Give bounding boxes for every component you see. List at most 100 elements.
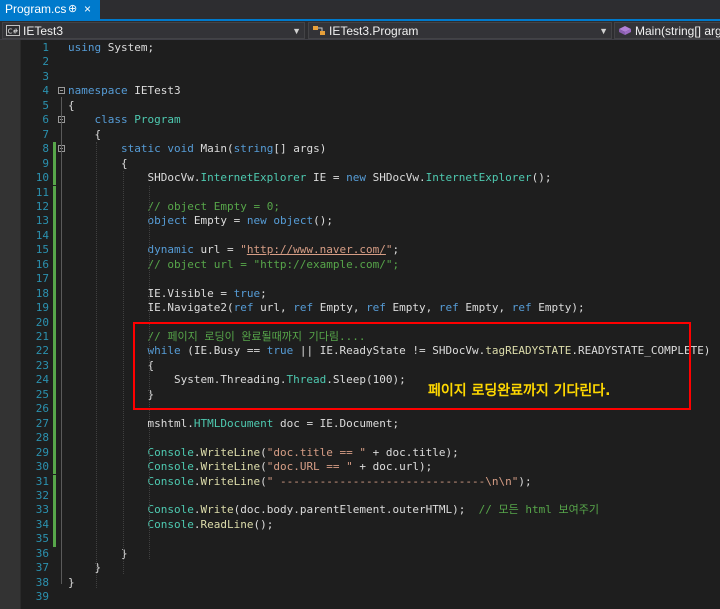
- change-marker: [53, 373, 56, 388]
- code-line[interactable]: 19 IE.Navigate2(ref url, ref Empty, ref …: [0, 301, 720, 316]
- code-line[interactable]: 3: [0, 70, 720, 84]
- change-marker: [53, 431, 56, 446]
- tab-program-cs[interactable]: Program.cs ⊕ ×: [0, 0, 100, 19]
- line-number: 28: [35, 431, 49, 445]
- change-marker: [53, 243, 56, 258]
- tab-label: Program.cs: [5, 2, 67, 16]
- change-marker: [53, 171, 56, 186]
- line-number: 14: [35, 228, 49, 242]
- code-line[interactable]: 6 class Program: [0, 113, 720, 127]
- code-line[interactable]: 39: [0, 590, 720, 604]
- code-line[interactable]: 16 // object url = "http://example.com/"…: [0, 257, 720, 273]
- line-number: 24: [35, 373, 49, 387]
- code-line[interactable]: 12 // object Empty = 0;: [0, 199, 720, 215]
- line-number: 19: [35, 301, 49, 315]
- code-line[interactable]: 11: [0, 185, 720, 200]
- line-number: 9: [42, 156, 49, 170]
- code-text: Console.WriteLine(" --------------------…: [147, 474, 532, 488]
- line-number: 11: [35, 185, 49, 199]
- member-dropdown[interactable]: Main(string[] args): [614, 22, 720, 39]
- line-number: 22: [35, 344, 49, 358]
- code-line[interactable]: 33 Console.Write(doc.body.parentElement.…: [0, 503, 720, 518]
- code-text: class Program: [94, 113, 181, 127]
- code-line[interactable]: 10 SHDocVw.InternetExplorer IE = new SHD…: [0, 171, 720, 186]
- code-line[interactable]: 35: [0, 532, 720, 547]
- collapse-icon[interactable]: [58, 87, 65, 95]
- code-text: Console.ReadLine();: [147, 517, 274, 531]
- line-number: 29: [35, 445, 49, 459]
- code-line[interactable]: 14: [0, 228, 720, 244]
- code-line[interactable]: 2: [0, 55, 720, 69]
- member-dropdown-label: Main(string[] args): [635, 24, 720, 38]
- line-number: 10: [35, 171, 49, 185]
- line-number: 26: [35, 402, 49, 416]
- change-marker: [53, 214, 56, 229]
- change-marker: [53, 330, 56, 345]
- csharp-project-icon: C#: [6, 25, 20, 36]
- code-line[interactable]: 29 Console.WriteLine("doc.title == " + d…: [0, 445, 720, 461]
- code-text: SHDocVw.InternetExplorer IE = new SHDocV…: [68, 171, 552, 185]
- code-text: dynamic url = "http://www.naver.com/";: [147, 243, 400, 257]
- line-number: 8: [42, 142, 49, 156]
- code-line[interactable]: 37 }: [0, 561, 720, 575]
- type-dropdown-label: IETest3.Program: [329, 24, 419, 38]
- code-text: object Empty = new object();: [147, 214, 333, 228]
- project-dropdown[interactable]: C# IETest3 ▼: [2, 22, 305, 39]
- change-marker: [53, 228, 56, 244]
- line-number: 30: [35, 460, 49, 474]
- line-number: 32: [35, 488, 49, 502]
- code-line[interactable]: 9 {: [0, 156, 720, 172]
- code-line[interactable]: 5{: [0, 99, 720, 113]
- change-marker: [53, 532, 56, 547]
- change-marker: [53, 344, 56, 359]
- change-marker: [53, 286, 56, 302]
- line-number: 1: [42, 41, 49, 54]
- code-line[interactable]: 28: [0, 431, 720, 446]
- change-marker: [53, 503, 56, 518]
- change-marker: [53, 142, 56, 157]
- code-editor[interactable]: 1 using System; 2 3 4 namespace IETest3 5{6 cl…: [0, 40, 720, 609]
- line-number: 17: [35, 272, 49, 286]
- code-line[interactable]: 30 Console.WriteLine("doc.URL == " + doc…: [0, 460, 720, 475]
- change-marker: [53, 460, 56, 475]
- line-number: 25: [35, 387, 49, 401]
- change-marker: [53, 387, 56, 403]
- code-text: // object Empty = 0;: [147, 199, 280, 213]
- code-line[interactable]: 36 }: [0, 547, 720, 561]
- indent-guide: [96, 142, 98, 589]
- code-line[interactable]: 27 mshtml.HTMLDocument doc = IE.Document…: [0, 416, 720, 432]
- annotation-text: 페이지 로딩완료까지 기다린다.: [428, 383, 611, 399]
- class-icon: [313, 26, 325, 35]
- code-line[interactable]: 8 static void Main(string[] args): [0, 142, 720, 157]
- code-line[interactable]: 18 IE.Visible = true;: [0, 286, 720, 302]
- line-number: 4: [42, 84, 49, 98]
- code-line[interactable]: 17: [0, 272, 720, 287]
- pin-icon[interactable]: ⊕: [68, 0, 77, 19]
- change-marker: [53, 445, 56, 461]
- line-number: 16: [35, 257, 49, 271]
- change-marker: [53, 315, 56, 330]
- line-number: 33: [35, 503, 49, 517]
- code-line[interactable]: 31 Console.WriteLine(" -----------------…: [0, 474, 720, 489]
- chevron-down-icon: ▼: [599, 26, 608, 36]
- line-number: 15: [35, 243, 49, 257]
- line-number: 6: [42, 113, 49, 127]
- code-line[interactable]: 7 {: [0, 128, 720, 142]
- code-line[interactable]: 1 using System;: [0, 41, 720, 55]
- project-dropdown-label: IETest3: [23, 24, 64, 38]
- code-text: }: [68, 575, 75, 589]
- code-line[interactable]: 38}: [0, 576, 720, 590]
- editor-tab-strip: Program.cs ⊕ ×: [0, 0, 720, 21]
- code-line[interactable]: 34 Console.ReadLine();: [0, 517, 720, 533]
- code-text: {: [68, 127, 102, 141]
- line-number: 12: [35, 199, 49, 213]
- code-line[interactable]: 15 dynamic url = "http://www.naver.com/"…: [0, 243, 720, 258]
- close-icon[interactable]: ×: [84, 0, 91, 19]
- line-number: 23: [35, 358, 49, 372]
- type-dropdown[interactable]: IETest3.Program ▼: [308, 22, 612, 39]
- line-number: 2: [42, 55, 49, 69]
- code-line[interactable]: 4 namespace IETest3: [0, 84, 720, 98]
- code-line[interactable]: 13 object Empty = new object();: [0, 214, 720, 229]
- code-line[interactable]: 32: [0, 488, 720, 504]
- outline-guide: [61, 154, 62, 556]
